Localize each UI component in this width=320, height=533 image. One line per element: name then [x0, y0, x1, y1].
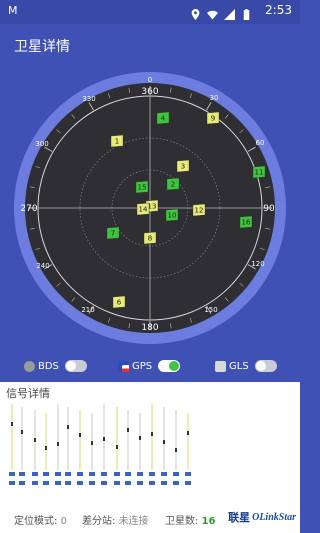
satellite-id: 8 — [148, 235, 152, 243]
diff-station: 差分站: 未连接 — [82, 512, 149, 527]
satellite-count-value: 16 — [201, 516, 216, 527]
fix-mode-value: 0 — [60, 516, 67, 527]
satellite-id: 3 — [181, 163, 185, 171]
status-footer: 定位模式: 0 差分站: 未连接 卫星数: 16 联星 OLinkStar — [0, 505, 300, 529]
signal-bar — [32, 410, 38, 485]
signal-bar — [65, 407, 71, 485]
glonass-icon — [215, 360, 226, 372]
satellite-id: 15 — [138, 184, 147, 192]
status-bar: M 2:53 — [0, 0, 300, 24]
satellite-12[interactable]: 12 — [192, 203, 206, 217]
satellite-id: 12 — [195, 207, 204, 215]
satellite-16[interactable]: 16 — [239, 215, 253, 229]
satellite-10[interactable]: 10 — [165, 208, 179, 222]
satellite-6[interactable]: 6 — [112, 295, 126, 309]
signal-bar — [19, 407, 25, 485]
constellation-gps-label: GPS — [132, 360, 153, 372]
satellite-15[interactable]: 15 — [135, 180, 149, 194]
bearing-label-210: 210 — [81, 306, 94, 314]
signal-bar — [9, 404, 15, 485]
signal-bar — [185, 413, 191, 485]
status-time: 2:53 — [265, 3, 292, 17]
diff-station-value: 未连接 — [118, 516, 149, 527]
satellite-id: 11 — [255, 169, 264, 177]
cardinal-label-north: 360 — [141, 87, 158, 97]
signal-bar — [137, 413, 143, 485]
satellite-14[interactable]: 14 — [136, 202, 150, 216]
bearing-label-150: 150 — [204, 306, 217, 314]
satellite-7[interactable]: 7 — [106, 226, 120, 240]
signal-icon — [224, 5, 235, 20]
brand-logo-text: 联星 — [228, 511, 251, 524]
status-icons — [190, 5, 252, 20]
signal-bar — [114, 407, 120, 485]
gls-toggle[interactable] — [254, 360, 277, 372]
beidou-icon — [24, 360, 35, 372]
cardinal-label-west: 270 — [20, 204, 37, 214]
satellite-id: 4 — [161, 115, 166, 123]
page-title: 卫星详情 — [14, 39, 70, 55]
bearing-label-30: 30 — [210, 94, 219, 102]
constellation-bds[interactable]: BDS — [24, 360, 87, 372]
constellation-toggles: BDS GPS GLS — [0, 356, 300, 380]
brand-name: OLinkStar — [252, 511, 296, 523]
satellite-id: 9 — [211, 115, 215, 123]
constellation-bds-label: BDS — [38, 360, 59, 372]
satellite-3[interactable]: 3 — [176, 159, 190, 173]
signal-bar — [173, 410, 179, 485]
bearing-label-0: 0 — [148, 76, 152, 84]
bearing-label-60: 60 — [256, 139, 265, 147]
status-left-text: M — [8, 4, 18, 17]
fix-mode: 定位模式: 0 — [14, 512, 67, 527]
diff-station-label: 差分站: — [82, 516, 116, 527]
constellation-gls[interactable]: GLS — [215, 360, 277, 372]
satellite-id: 2 — [171, 181, 175, 189]
signal-bar — [43, 413, 49, 485]
wifi-icon — [207, 5, 218, 20]
constellation-gls-label: GLS — [229, 360, 249, 372]
satellite-4[interactable]: 4 — [156, 111, 170, 125]
constellation-gps[interactable]: GPS — [118, 360, 181, 372]
bds-toggle[interactable] — [64, 360, 87, 372]
satellite-11[interactable]: 11 — [252, 165, 266, 179]
satellite-id: 14 — [139, 206, 148, 214]
signal-panel-title: 信号详情 — [6, 387, 50, 400]
signal-bar — [125, 410, 131, 485]
satellite-id: 16 — [242, 219, 251, 227]
signal-bar — [55, 404, 61, 485]
satellite-id: 6 — [117, 299, 122, 307]
cardinal-label-east: 90 — [263, 204, 275, 214]
brand-logo: 联星 OLinkStar — [228, 509, 296, 525]
bearing-label-240: 240 — [36, 262, 49, 270]
bearing-label-330: 330 — [82, 95, 95, 103]
location-icon — [190, 5, 201, 20]
signal-bar — [77, 410, 83, 485]
us-flag-icon — [118, 360, 129, 372]
satellite-1[interactable]: 1 — [110, 134, 124, 148]
satellite-count-label: 卫星数: — [165, 516, 199, 527]
satellite-2[interactable]: 2 — [166, 177, 180, 191]
satellite-id: 7 — [111, 230, 115, 238]
satellite-8[interactable]: 8 — [143, 231, 157, 245]
gps-toggle[interactable] — [158, 360, 181, 372]
satellite-count: 卫星数: 16 — [165, 512, 215, 527]
satellite-id: 10 — [168, 212, 177, 220]
signal-bar — [161, 407, 167, 485]
satellite-9[interactable]: 9 — [206, 111, 220, 125]
signal-bar — [101, 404, 107, 485]
battery-icon — [241, 5, 252, 20]
fix-mode-label: 定位模式: — [14, 516, 58, 527]
signal-bar — [89, 413, 95, 485]
cardinal-label-south: 180 — [141, 323, 158, 333]
bearing-label-300: 300 — [35, 140, 48, 148]
signal-bars — [9, 404, 191, 485]
satellite-id: 1 — [115, 138, 119, 146]
bearing-label-120: 120 — [251, 260, 264, 268]
sky-plot: 0 30 60 120 150 210 240 300 330 360 90 1… — [14, 72, 286, 344]
signal-bar — [149, 404, 155, 485]
